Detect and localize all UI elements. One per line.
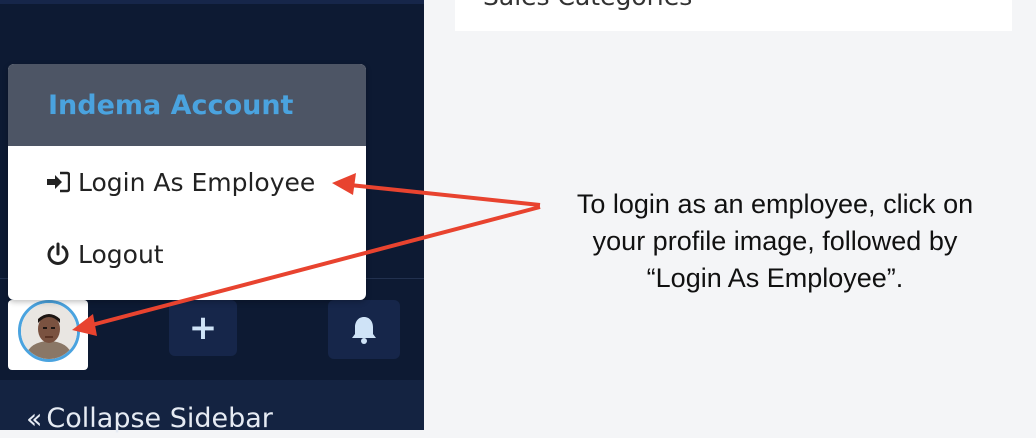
avatar-image — [21, 303, 77, 359]
card-title: Sales Categories — [483, 0, 692, 11]
menu-item-label: Login As Employee — [78, 167, 316, 197]
annotation-line: “Login As Employee”. — [646, 263, 904, 293]
bell-icon — [352, 316, 376, 344]
account-menu-header: Indema Account — [8, 64, 366, 146]
add-button[interactable]: + — [169, 300, 237, 356]
profile-avatar-button[interactable] — [8, 300, 88, 370]
avatar[interactable] — [18, 300, 80, 362]
power-icon — [46, 241, 72, 267]
sales-categories-card[interactable]: Sales Categories — [455, 0, 1012, 31]
menu-item-label: Logout — [78, 239, 164, 269]
annotation-line: your profile image, followed by — [592, 226, 958, 256]
menu-item-logout[interactable]: Logout — [8, 218, 366, 290]
sign-in-icon — [46, 169, 72, 195]
account-dropdown-menu: Indema Account Login As Employee Logout — [8, 64, 366, 300]
notifications-button[interactable] — [328, 300, 400, 359]
annotation-line: To login as an employee, click on — [576, 189, 974, 219]
annotation-callout: To login as an employee, click on your p… — [540, 186, 1010, 297]
collapse-sidebar-label: Collapse Sidebar — [46, 402, 273, 434]
sidebar-divider — [0, 0, 424, 4]
menu-item-login-as-employee[interactable]: Login As Employee — [8, 146, 366, 218]
account-name: Indema Account — [48, 89, 294, 121]
collapse-sidebar-button[interactable]: ‹‹ Collapse Sidebar — [26, 398, 273, 438]
plus-icon: + — [188, 308, 218, 348]
